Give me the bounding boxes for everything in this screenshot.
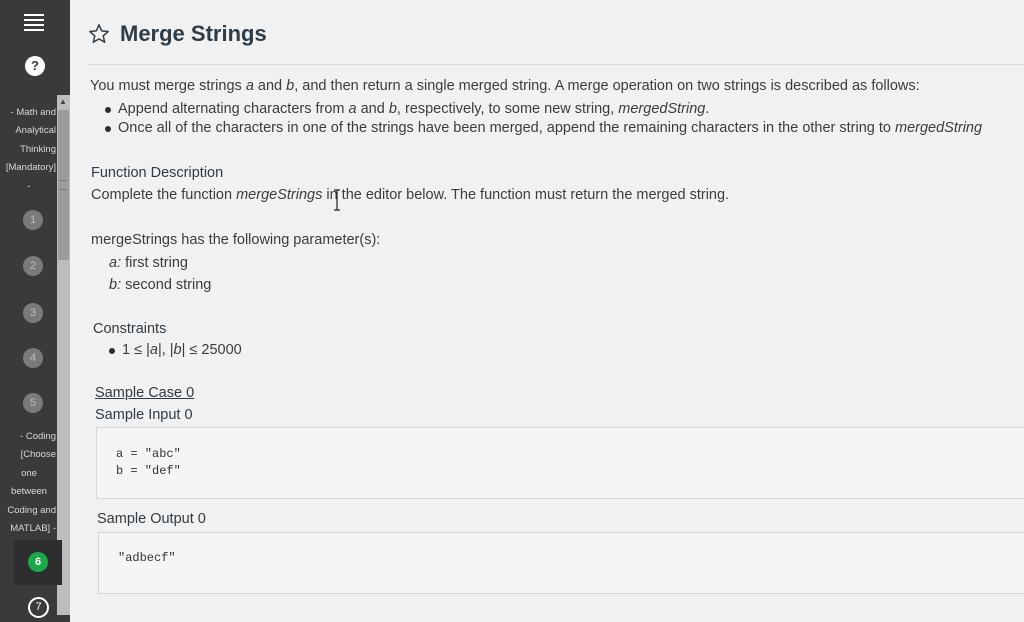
problem-statement-panel: Merge Strings You must merge strings a a… — [70, 0, 1024, 622]
section-label-line: one — [21, 468, 37, 479]
section-label-line: - Math and — [10, 107, 56, 118]
section-label-line: - Coding — [20, 431, 56, 442]
parameter-b: b: second string — [109, 277, 212, 293]
question-4-button[interactable]: 4 — [23, 348, 43, 368]
sample-input-heading: Sample Input 0 — [95, 407, 193, 423]
constraints-heading: Constraints — [93, 321, 167, 337]
question-5-button[interactable]: 5 — [23, 393, 43, 413]
title-row: Merge Strings — [88, 18, 267, 50]
question-1-button[interactable]: 1 — [23, 210, 43, 230]
sample-input-code-block: a = "abc" b = "def" — [96, 427, 1024, 499]
parameters-intro: mergeStrings has the following parameter… — [91, 232, 381, 248]
sample-output-heading: Sample Output 0 — [97, 511, 206, 527]
code-line: a = "abc" — [116, 447, 181, 461]
page-title: Merge Strings — [120, 21, 267, 46]
section-label-line: [Choose — [20, 449, 56, 460]
section-label-line: [Mandatory] — [5, 162, 56, 173]
question-2-button[interactable]: 2 — [23, 256, 43, 276]
function-description-heading: Function Description — [91, 165, 224, 181]
scroll-grip-icon — [59, 180, 67, 190]
section-label-line: Thinking — [20, 144, 56, 155]
constraint-item: 1 ≤ |a|, |b| ≤ 25000 — [109, 342, 242, 358]
list-item: Once all of the characters in one of the… — [104, 120, 983, 136]
question-6-button[interactable]: 6 — [28, 552, 48, 572]
list-menu-icon[interactable] — [24, 14, 44, 31]
help-icon[interactable]: ? — [25, 56, 45, 76]
title-divider — [88, 64, 1024, 65]
parameter-a: a: first string — [109, 255, 188, 271]
problem-intro: You must merge strings a and b, and then… — [90, 78, 920, 94]
code-line: b = "def" — [116, 464, 181, 478]
scroll-up-arrow-icon[interactable]: ▲ — [59, 97, 67, 106]
section-label-line: MATLAB] - — [10, 523, 56, 534]
text-cursor-icon — [334, 189, 340, 211]
question-7-button[interactable]: 7 — [28, 597, 49, 618]
star-icon[interactable] — [88, 23, 110, 45]
function-description-text: Complete the function mergeStrings in th… — [91, 187, 730, 203]
question-3-button[interactable]: 3 — [23, 303, 43, 323]
sample-case-link[interactable]: Sample Case 0 — [95, 385, 194, 401]
list-item: Append alternating characters from a and… — [104, 101, 710, 117]
section-label-line: Analytical — [15, 125, 56, 136]
section-label-line: - — [27, 181, 31, 192]
sample-output-code-block: "adbecf" — [98, 532, 1024, 594]
section-label-line: between — [11, 486, 47, 497]
code-line: "adbecf" — [118, 551, 176, 565]
section-label-line: Coding and — [7, 505, 56, 516]
